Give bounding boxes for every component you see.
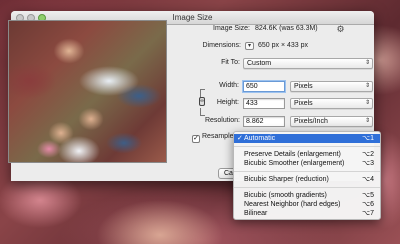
resolution-unit-value: Pixels/Inch [294,118,328,125]
menu-item-automatic[interactable]: ✓ Automatic ⌥1 [234,134,380,143]
image-size-value: 824.6K (was 63.3M) [255,25,318,32]
constrain-bracket-bottom [200,108,205,116]
menu-item-bilinear[interactable]: Bilinear ⌥7 [234,209,380,218]
fit-to-label: Fit To: [221,59,240,66]
fit-to-value: Custom [247,60,272,67]
dimensions-value: 650 px × 433 px [258,42,309,49]
gear-icon[interactable]: ⚙ [336,25,345,34]
width-unit-value: Pixels [294,83,313,90]
checkmark-icon: ✓ [237,135,243,142]
image-size-label: Image Size: [213,25,250,32]
resample-label: Resample [202,133,234,140]
image-preview[interactable] [8,20,167,163]
width-input[interactable]: 650 [243,81,285,92]
height-unit-value: Pixels [294,100,313,107]
resolution-label: Resolution: [204,117,240,124]
updown-arrows-icon: ⇕ [364,118,370,124]
width-label: Width: [219,82,239,89]
updown-arrows-icon: ⇕ [364,83,370,89]
resolution-unit-select[interactable]: Pixels/Inch ⇕ [290,116,373,127]
dimensions-label: Dimensions: [202,42,241,49]
menu-item-bicubic[interactable]: Bicubic (smooth gradients) ⌥5 [234,191,380,200]
fit-to-select[interactable]: Custom ⇕ [243,58,373,69]
menu-item-nearest-neighbor[interactable]: Nearest Neighbor (hard edges) ⌥6 [234,200,380,209]
updown-arrows-icon: ⇕ [364,60,370,66]
resample-menu: ✓ Automatic ⌥1 Preserve Details (enlarge… [233,131,381,220]
resample-checkbox[interactable]: ✓ [192,135,200,143]
menu-separator [234,171,380,172]
checkmark-icon: ✓ [193,135,199,142]
height-label: Height: [216,99,239,106]
menu-item-bicubic-sharper[interactable]: Bicubic Sharper (reduction) ⌥4 [234,175,380,184]
menu-item-bicubic-smoother[interactable]: Bicubic Smoother (enlargement) ⌥3 [234,159,380,168]
menu-separator [234,146,380,147]
height-unit-select[interactable]: Pixels ⇕ [290,98,373,109]
menu-item-preserve-details[interactable]: Preserve Details (enlargement) ⌥2 [234,150,380,159]
height-input[interactable]: 433 [243,98,285,109]
updown-arrows-icon: ⇕ [364,100,370,106]
menu-separator [234,187,380,188]
width-unit-select[interactable]: Pixels ⇕ [290,81,373,92]
resolution-input[interactable]: 8.862 [243,116,285,127]
chevron-down-icon[interactable]: ▾ [245,42,254,50]
